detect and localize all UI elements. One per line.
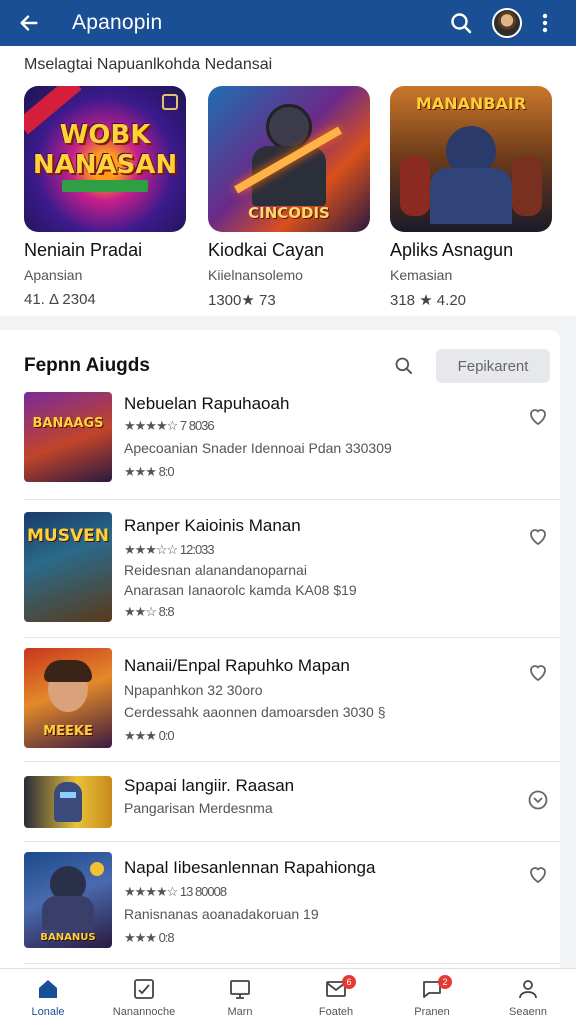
nav-item-mail[interactable]: 6 Foateh xyxy=(288,969,384,1024)
list-item-thumbnail: MUSVEN xyxy=(24,512,112,622)
more-vert-icon[interactable] xyxy=(528,6,562,40)
filter-button[interactable]: Fepikarent xyxy=(436,349,550,383)
heart-icon[interactable] xyxy=(526,404,550,428)
app-title: Apanopin xyxy=(72,11,163,34)
list-title: Fepnn Aiugds xyxy=(24,355,150,376)
heart-icon[interactable] xyxy=(526,524,550,548)
arrow-left-icon[interactable] xyxy=(14,8,44,38)
nav-item-label: Lonale xyxy=(31,1005,65,1018)
featured-card-art-title: MANANBAIR xyxy=(415,94,527,113)
nav-item-profile[interactable]: Seaenn xyxy=(480,969,576,1024)
featured-card-meta: 1300★ 73 xyxy=(208,292,276,309)
list-item-title: Ranper Kaioinis Manan xyxy=(124,516,301,535)
bottom-navigation: Lonale Nanannoche Marn 6 Foateh 2 Pranen… xyxy=(0,968,576,1024)
featured-card-artwork: MANANBAIR xyxy=(390,86,552,232)
featured-card-artwork: WOBK NANASAN xyxy=(24,86,186,232)
search-icon[interactable] xyxy=(444,6,478,40)
list-item[interactable]: Spapai langiir. Raasan Pangarisan Merdes… xyxy=(24,762,560,842)
list-item-rating: ★★★★☆ 7 8036 xyxy=(124,418,215,433)
list-item-subtitle: Pangarisan Merdesnma xyxy=(124,800,273,816)
thumbnail-title: BANANUS xyxy=(40,932,96,943)
featured-card-name: Kiodkai Cayan xyxy=(208,240,325,260)
featured-card-name: Neniain Pradai xyxy=(24,240,143,260)
list-item-title: Nanaii/Enpal Rapuhko Mapan xyxy=(124,656,350,675)
nav-item-label: Nanannoche xyxy=(112,1005,176,1018)
nav-item-home[interactable]: Lonale xyxy=(0,969,96,1024)
home-icon xyxy=(34,976,62,1002)
nav-item-label: Foateh xyxy=(318,1005,354,1018)
featured-card-meta: 41. Δ 2304 xyxy=(24,291,96,308)
list-item-rating: ★★★☆☆ 12:033 xyxy=(124,542,215,557)
thumbnail-title: MUSVEN xyxy=(27,526,109,546)
featured-card[interactable]: MANANBAIR Apliks Asnagun Kemasian 318 ★ … xyxy=(390,86,552,309)
list-item-score: ★★★ 0:0 xyxy=(124,728,175,743)
featured-heading: Mselagtai Napuanlkohda Nedansai xyxy=(24,56,273,73)
featured-card-subtitle: Kiielnansolemo xyxy=(208,267,303,283)
nav-item-edit[interactable]: Nanannoche xyxy=(96,969,192,1024)
featured-card-subtitle: Kemasian xyxy=(390,267,453,283)
search-icon[interactable] xyxy=(386,348,422,384)
nav-item-label: Seaenn xyxy=(509,1005,547,1018)
list-item[interactable]: MUSVEN Ranper Kaioinis Manan ★★★☆☆ 12:03… xyxy=(24,500,560,638)
list-item-description: Apecoanian Snader Idennoai Pdan 330309 xyxy=(124,440,392,456)
list-item-title: Napal Iibesanlennan Rapahionga xyxy=(124,858,376,877)
list-item-thumbnail xyxy=(24,776,112,828)
list-item-score: ★★★ 8:0 xyxy=(124,464,175,479)
list-item-subtitle: Npapanhkon 32 30oro xyxy=(124,682,263,698)
featured-card[interactable]: CINCODIS Kiodkai Cayan Kiielnansolemo 13… xyxy=(208,86,370,309)
featured-card-art-title: CINCODIS xyxy=(248,204,330,222)
heart-icon[interactable] xyxy=(526,660,550,684)
list-item-description: Ranisnanas aoanadakoruan 19 xyxy=(124,906,319,922)
list-item-thumbnail: BANAAGS xyxy=(24,392,112,482)
clock-icon[interactable] xyxy=(526,788,550,812)
featured-card-artwork: CINCODIS xyxy=(208,86,370,232)
list-item-description: Reidesnan alanandanoparnai xyxy=(124,562,307,578)
app-list-panel: Fepnn Aiugds Fepikarent BANAAGS Nebuelan… xyxy=(0,330,560,970)
list-item-description: Cerdessahk aaonnen damoarsden 3030 § xyxy=(124,704,386,720)
person-icon xyxy=(514,976,542,1002)
nav-item-monitor[interactable]: Marn xyxy=(192,969,288,1024)
list-item-description-2: Anarasan Ianaorolc kamda KA08 $19 xyxy=(124,582,357,598)
list-item-thumbnail: MEEKE xyxy=(24,648,112,748)
list-item[interactable]: BANAAGS Nebuelan Rapuhaoah ★★★★☆ 7 8036 … xyxy=(24,388,560,500)
thumbnail-title: BANAAGS xyxy=(32,416,104,431)
notification-badge: 2 xyxy=(438,975,452,989)
featured-card-meta: 318 ★ 4.20 xyxy=(390,292,467,309)
featured-card-subtitle: Apansian xyxy=(24,267,83,283)
list-item-title: Spapai langiir. Raasan xyxy=(124,776,295,795)
app-bar: Apanopin xyxy=(0,0,576,46)
nav-item-chat[interactable]: 2 Pranen xyxy=(384,969,480,1024)
list-item[interactable]: BANANUS Napal Iibesanlennan Rapahionga ★… xyxy=(24,842,560,964)
list-item-thumbnail: BANANUS xyxy=(24,852,112,948)
list-header: Fepnn Aiugds Fepikarent xyxy=(24,346,550,386)
list-item-rating: ★★★★☆ 13 80008 xyxy=(124,884,227,899)
nav-item-label: Pranen xyxy=(414,1005,450,1018)
list-item-score: ★★☆ 8:8 xyxy=(124,604,175,619)
nav-item-label: Marn xyxy=(227,1005,253,1018)
heart-icon[interactable] xyxy=(526,862,550,886)
list-item[interactable]: MEEKE Nanaii/Enpal Rapuhko Mapan Npapanh… xyxy=(24,638,560,762)
edit-square-icon xyxy=(130,976,158,1002)
thumbnail-title: MEEKE xyxy=(43,724,93,739)
monitor-icon xyxy=(226,976,254,1002)
list-item-title: Nebuelan Rapuhaoah xyxy=(124,394,290,413)
featured-card[interactable]: WOBK NANASAN Neniain Pradai Apansian 41.… xyxy=(24,86,186,308)
featured-card-name: Apliks Asnagun xyxy=(390,240,514,260)
notification-badge: 6 xyxy=(342,975,356,989)
featured-card-art-title: WOBK NANASAN xyxy=(32,120,178,180)
list-item-score: ★★★ 0:8 xyxy=(124,930,175,945)
avatar[interactable] xyxy=(492,8,522,38)
featured-section: Mselagtai Napuanlkohda Nedansai WOBK NAN… xyxy=(0,46,576,316)
